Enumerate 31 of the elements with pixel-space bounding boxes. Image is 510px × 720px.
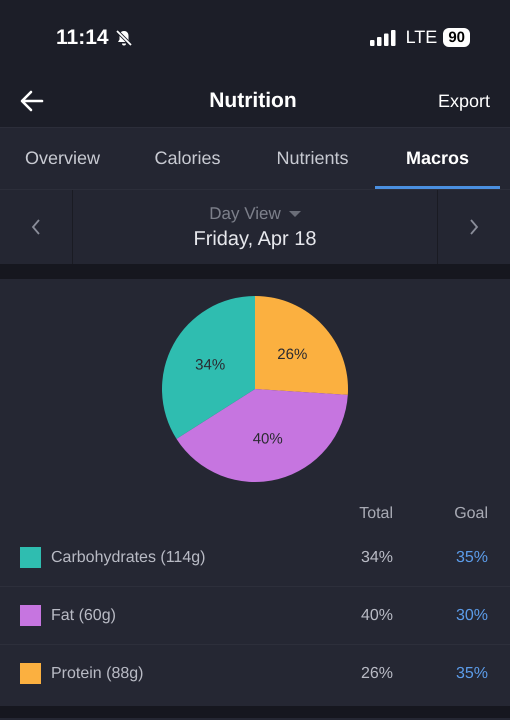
total-percent: 26% (360, 664, 393, 682)
slice-label: 40% (252, 430, 283, 448)
goal-percent: 35% (454, 548, 488, 566)
network-label: LTE (406, 27, 438, 48)
goal-percent: 35% (454, 664, 488, 682)
battery-indicator: 90 (443, 28, 470, 47)
back-arrow-icon (20, 90, 44, 112)
macro-name: Protein (88g) (51, 664, 144, 682)
dropdown-caret-icon (288, 210, 301, 218)
tab[interactable]: Calories (125, 128, 250, 189)
column-header: Goal (453, 505, 488, 523)
back-button[interactable] (20, 90, 44, 112)
slice-label: 26% (277, 346, 308, 363)
macro-name: Carbohydrates (114g) (51, 548, 206, 566)
slice-label: 34% (195, 356, 226, 374)
muted-bell-icon (114, 28, 133, 46)
total-percent: 40% (360, 606, 393, 624)
page-title: Nutrition (209, 89, 297, 113)
tab[interactable]: Overview (0, 128, 125, 189)
view-dropdown[interactable]: Day View (209, 204, 301, 224)
chevron-right-icon (469, 218, 479, 236)
macro-name: Fat (60g) (51, 606, 116, 624)
chevron-left-icon (31, 218, 41, 236)
selected-date: Friday, Apr 18 (193, 228, 317, 250)
total-percent: 34% (360, 548, 393, 566)
column-header: Total (358, 505, 393, 523)
goal-percent: 30% (454, 606, 488, 624)
export-button[interactable]: Export (438, 90, 490, 112)
signal-icon (370, 30, 396, 46)
status-time: 11:14 (56, 26, 109, 50)
tab[interactable]: Nutrients (250, 128, 375, 189)
